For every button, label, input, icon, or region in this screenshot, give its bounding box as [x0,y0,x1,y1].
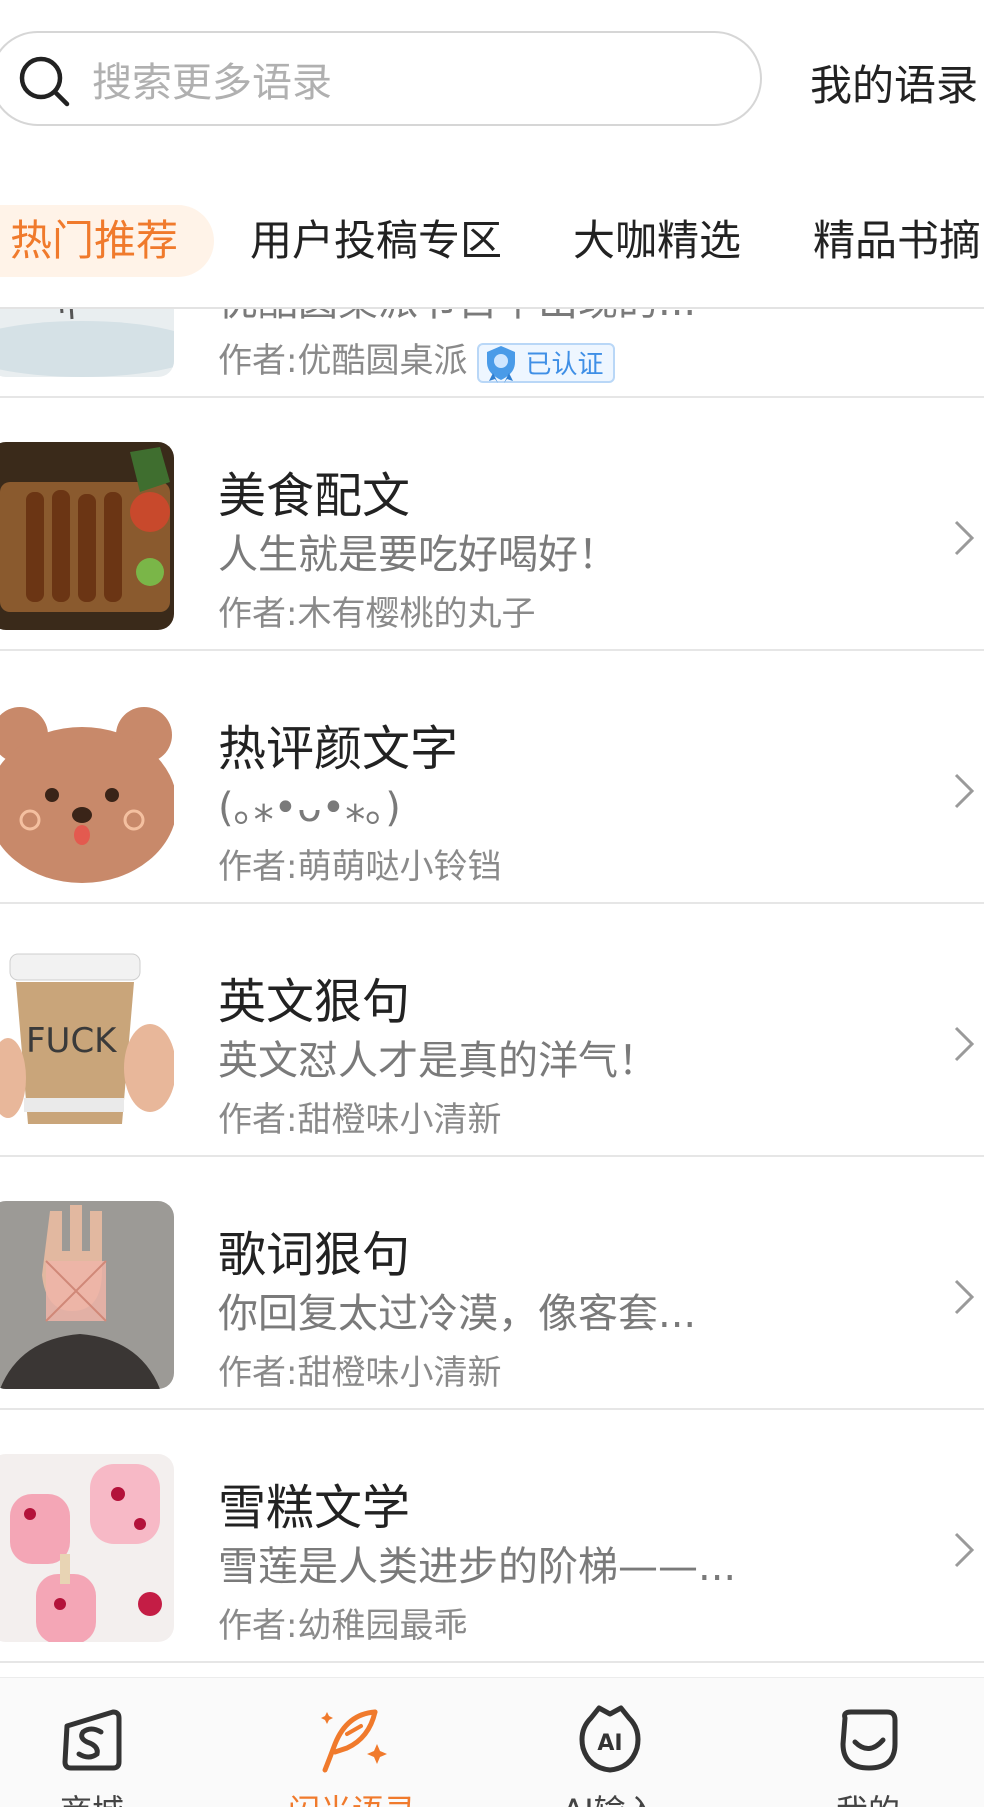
verified-badge: 已认证 [477,342,616,383]
chevron-right-icon [954,1532,975,1568]
list-item[interactable]: 雪糕文学 雪莲是人类进步的阶梯——... 作者:幼稚园最乖 [0,1410,984,1663]
nav-shop[interactable]: 商城 [12,1678,172,1807]
list-item[interactable]: 热评颜文字 (｡⁎•ᴗ•⁎｡) 作者:萌萌哒小铃铛 [0,651,984,904]
item-title: 美食配文 [218,468,411,524]
item-author: 作者:甜橙味小清新 [218,1100,502,1140]
author-name: 作者:优酷圆桌派 [218,341,468,381]
item-title: 英文狠句 [218,974,411,1030]
list-item[interactable]: 歌词狠句 你回复太过冷漠，像客套... 作者:甜橙味小清新 [0,1157,984,1410]
coffee-cup-thumbnail: FUCK [0,948,174,1136]
item-description: 雪莲是人类进步的阶梯——... [218,1544,737,1590]
item-description: (｡⁎•ᴗ•⁎｡) [218,785,401,831]
item-title: 雪糕文学 [218,1480,411,1536]
item-title: 热评颜文字 [218,721,459,777]
tab-hot-recommend[interactable]: 热门推荐 [0,205,215,277]
verified-shield-icon [487,345,516,383]
tab-user-submissions[interactable]: 用户投稿专区 [250,205,502,277]
nav-label: AI输入 [530,1786,690,1807]
search-input[interactable]: 搜索更多语录 [92,50,332,108]
category-tabs: 热门推荐 用户投稿专区 大咖精选 精品书摘 [0,205,984,280]
chevron-right-icon [954,520,975,556]
svg-text:AI: AI [597,1731,622,1756]
shop-icon [62,1709,122,1771]
ai-icon: AI [579,1705,641,1773]
tab-celebrity-picks[interactable]: 大咖精选 [573,205,741,277]
quote-collection-list[interactable]: 优酷圆桌派节目中出现的... 作者:优酷圆桌派 已认证 [0,309,984,1677]
svg-text:FUCK: FUCK [26,1021,118,1061]
nav-shining-quotes[interactable]: 闪光语录 [272,1678,432,1807]
item-author: 作者:萌萌哒小铃铛 [218,847,502,887]
item-author: 作者:甜橙味小清新 [218,1353,502,1393]
search-box[interactable]: 搜索更多语录 [0,31,762,126]
item-title: 歌词狠句 [218,1227,411,1283]
chevron-right-icon [954,773,975,809]
bear-face-thumbnail [0,695,174,883]
nav-label: 商城 [12,1786,172,1807]
food-skewers-thumbnail [0,442,174,630]
hand-portrait-thumbnail [0,1201,174,1389]
my-quotes-link[interactable]: 我的语录 [810,52,978,113]
smile-icon [840,1709,898,1771]
item-description: 人生就是要吃好喝好！ [218,532,618,578]
list-item[interactable]: 美食配文 人生就是要吃好喝好！ 作者:木有樱桃的丸子 [0,398,984,651]
bottom-navigation: 商城 闪光语录 AI AI输入 我的 [0,1677,984,1807]
popsicle-thumbnail [0,1454,174,1642]
tab-book-excerpts[interactable]: 精品书摘 [813,205,981,277]
item-description: 优酷圆桌派节目中出现的... [218,309,696,327]
chevron-right-icon [954,1026,975,1062]
list-item[interactable]: FUCK 英文狠句 英文怼人才是真的洋气！ 作者:甜橙味小清新 [0,904,984,1157]
list-item[interactable]: 优酷圆桌派节目中出现的... 作者:优酷圆桌派 已认证 [0,309,984,398]
item-author: 作者:幼稚园最乖 [218,1606,468,1646]
verified-label: 已认证 [525,350,604,380]
nav-ai-input[interactable]: AI AI输入 [530,1678,690,1807]
search-icon [19,56,70,107]
item-description: 你回复太过冷漠，像客套... [218,1291,697,1337]
ink-painting-thumbnail [0,309,174,377]
item-author: 作者:优酷圆桌派 已认证 [218,333,616,383]
chevron-right-icon [954,1279,975,1315]
quill-icon [321,1709,387,1773]
item-description: 英文怼人才是真的洋气！ [218,1038,658,1084]
item-author: 作者:木有樱桃的丸子 [218,594,536,634]
nav-label: 我的 [788,1786,948,1807]
nav-profile[interactable]: 我的 [788,1678,948,1807]
nav-label: 闪光语录 [272,1786,432,1807]
